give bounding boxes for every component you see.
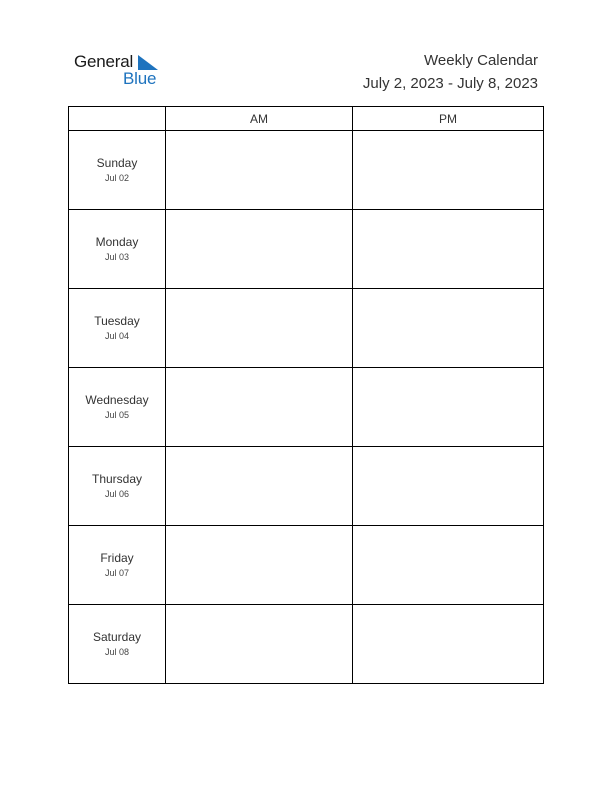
pm-slot[interactable]	[352, 288, 544, 368]
am-slot[interactable]	[165, 604, 353, 684]
day-date: Jul 04	[104, 331, 130, 341]
day-name: Friday	[100, 551, 134, 565]
table-row: Sunday Jul 02	[68, 130, 544, 210]
day-name: Sunday	[96, 156, 138, 170]
am-slot[interactable]	[165, 525, 353, 605]
day-date: Jul 05	[104, 410, 130, 420]
day-name: Tuesday	[94, 314, 140, 328]
day-date: Jul 07	[104, 568, 130, 578]
pm-slot[interactable]	[352, 130, 544, 210]
title-block: Weekly Calendar July 2, 2023 - July 8, 2…	[363, 50, 538, 94]
am-slot[interactable]	[165, 367, 353, 447]
pm-slot[interactable]	[352, 604, 544, 684]
day-name: Monday	[95, 235, 139, 249]
column-header-am: AM	[165, 106, 353, 131]
day-cell: Friday Jul 07	[68, 525, 166, 605]
day-cell: Wednesday Jul 05	[68, 367, 166, 447]
table-row: Tuesday Jul 04	[68, 288, 544, 368]
weekly-calendar-table: AM PM Sunday Jul 02 Monday Jul 03 Tuesda…	[68, 106, 544, 684]
pm-slot[interactable]	[352, 209, 544, 289]
day-cell: Monday Jul 03	[68, 209, 166, 289]
logo-word-blue: Blue	[123, 69, 157, 88]
logo: General Blue	[74, 52, 164, 92]
date-range: July 2, 2023 - July 8, 2023	[362, 75, 538, 92]
day-cell: Saturday Jul 08	[68, 604, 166, 684]
day-name: Wednesday	[85, 393, 149, 407]
table-row: Monday Jul 03	[68, 209, 544, 289]
am-slot[interactable]	[165, 130, 353, 210]
header-row: AM PM	[68, 106, 544, 131]
logo-triangle-icon	[138, 55, 158, 70]
day-date: Jul 02	[104, 173, 130, 183]
day-name: Thursday	[91, 472, 143, 486]
column-header-pm: PM	[352, 106, 544, 131]
pm-slot[interactable]	[352, 525, 544, 605]
day-date: Jul 06	[104, 489, 130, 499]
am-slot[interactable]	[165, 209, 353, 289]
table-row: Saturday Jul 08	[68, 604, 544, 684]
day-name: Saturday	[92, 630, 142, 644]
pm-slot[interactable]	[352, 446, 544, 526]
pm-slot[interactable]	[352, 367, 544, 447]
page-title: Weekly Calendar	[424, 52, 538, 69]
am-slot[interactable]	[165, 446, 353, 526]
day-cell: Thursday Jul 06	[68, 446, 166, 526]
column-header-day	[68, 106, 166, 131]
table-row: Friday Jul 07	[68, 525, 544, 605]
table-row: Wednesday Jul 05	[68, 367, 544, 447]
am-slot[interactable]	[165, 288, 353, 368]
table-row: Thursday Jul 06	[68, 446, 544, 526]
day-date: Jul 08	[104, 647, 130, 657]
day-cell: Tuesday Jul 04	[68, 288, 166, 368]
day-date: Jul 03	[104, 252, 130, 262]
day-cell: Sunday Jul 02	[68, 130, 166, 210]
